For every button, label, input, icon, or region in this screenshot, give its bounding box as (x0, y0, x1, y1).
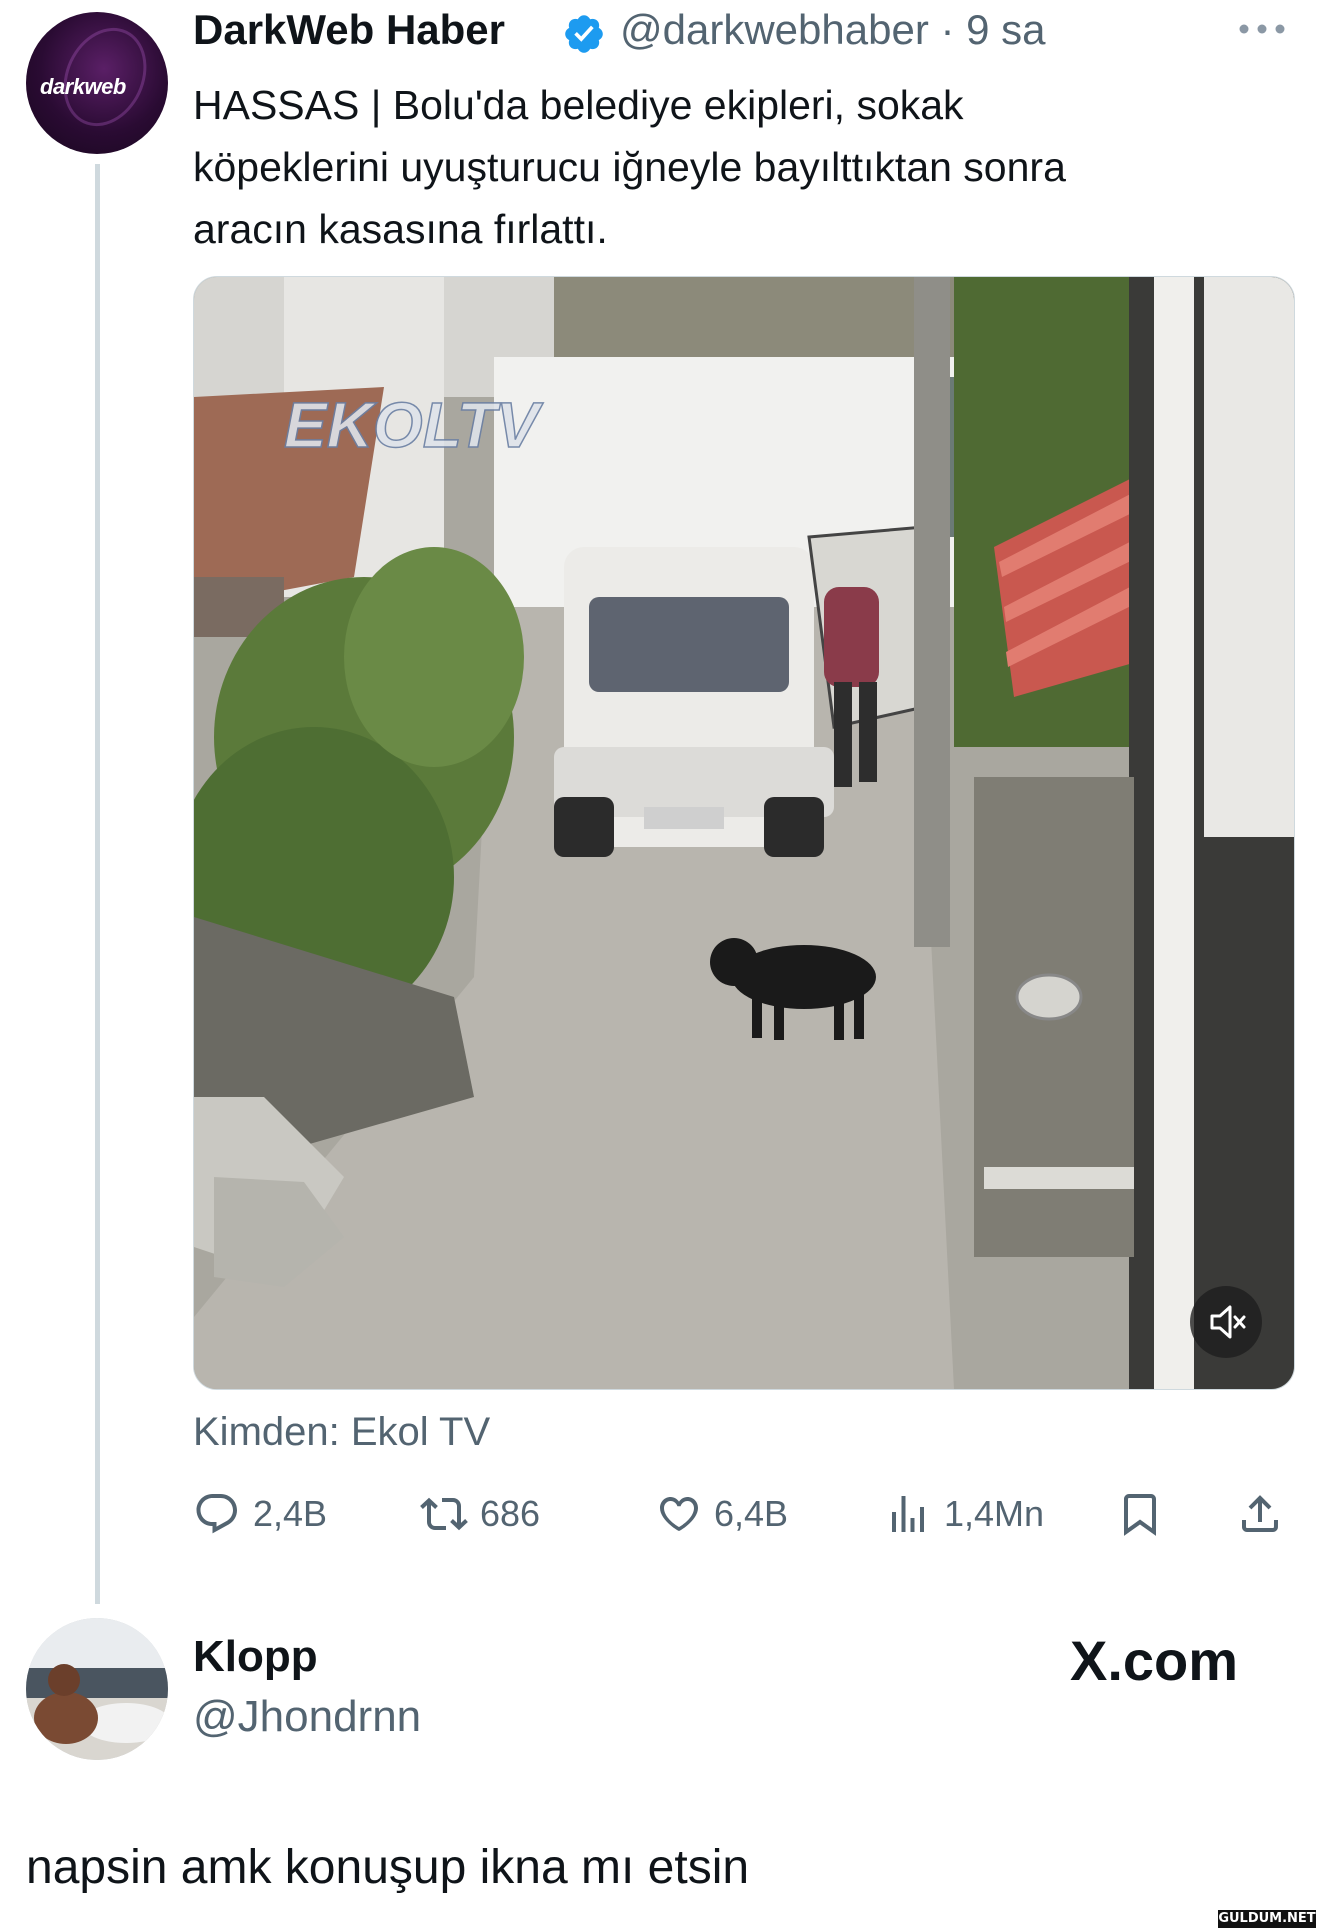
tweet-text-line: HASSAS | Bolu'da belediye ekipleri, soka… (193, 82, 964, 128)
repost-button[interactable]: 686 (420, 1490, 540, 1538)
mute-icon (1210, 1305, 1246, 1339)
tweet-text-line: köpeklerini uyuşturucu iğneyle bayılttık… (193, 144, 1066, 190)
verified-badge-icon (565, 15, 603, 53)
like-count: 6,4B (714, 1493, 789, 1534)
x-com-label: X.com (1070, 1629, 1239, 1692)
author-handle-and-time: @darkwebhaber · 9 sa (620, 6, 1046, 54)
reply-avatar-photo (26, 1618, 168, 1760)
share-button[interactable] (1236, 1490, 1284, 1538)
video-source-label[interactable]: Kimden: Ekol TV (193, 1410, 490, 1455)
repost-icon (420, 1497, 468, 1531)
views-icon (892, 1496, 924, 1532)
author-handle[interactable]: @darkwebhaber (620, 6, 929, 53)
more-icon[interactable] (1232, 14, 1292, 44)
bookmark-button[interactable] (1116, 1490, 1164, 1538)
repost-count: 686 (480, 1493, 541, 1534)
tweet-video[interactable]: EKOLTV (193, 276, 1295, 1390)
tweet-text: HASSAS | Bolu'da belediye ekipleri, soka… (193, 74, 1273, 260)
time-separator: · (940, 6, 955, 53)
reply-author-avatar[interactable] (26, 1618, 168, 1760)
views-count: 1,4Mn (944, 1493, 1045, 1534)
author-name[interactable]: DarkWeb Haber (193, 6, 505, 54)
video-frame: EKOLTV (194, 277, 1294, 1389)
reply-author-name[interactable]: Klopp (193, 1632, 318, 1682)
tweet-text-line: aracın kasasına fırlattı. (193, 206, 608, 252)
tweet-timestamp[interactable]: 9 sa (966, 6, 1045, 53)
thread-line (95, 164, 100, 1604)
avatar-logo-text: darkweb (40, 74, 126, 99)
like-button[interactable]: 6,4B (654, 1490, 788, 1538)
reply-button[interactable]: 2,4B (193, 1490, 327, 1538)
bookmark-icon (1124, 1494, 1156, 1536)
reply-count: 2,4B (253, 1493, 328, 1534)
reply-icon (196, 1494, 237, 1534)
views-button[interactable]: 1,4Mn (884, 1490, 1044, 1538)
mute-button[interactable] (1190, 1286, 1262, 1358)
reply-author-handle[interactable]: @Jhondrnn (193, 1692, 421, 1742)
share-icon (1242, 1495, 1278, 1532)
like-icon (660, 1497, 698, 1531)
avatar-logo: darkweb (40, 74, 126, 100)
author-avatar[interactable]: darkweb (26, 12, 168, 154)
site-watermark: GULDUM.NET (1218, 1910, 1316, 1928)
reply-text: napsin amk konuşup ikna mı etsin (26, 1841, 750, 1894)
video-watermark: EKOLTV (284, 389, 544, 461)
